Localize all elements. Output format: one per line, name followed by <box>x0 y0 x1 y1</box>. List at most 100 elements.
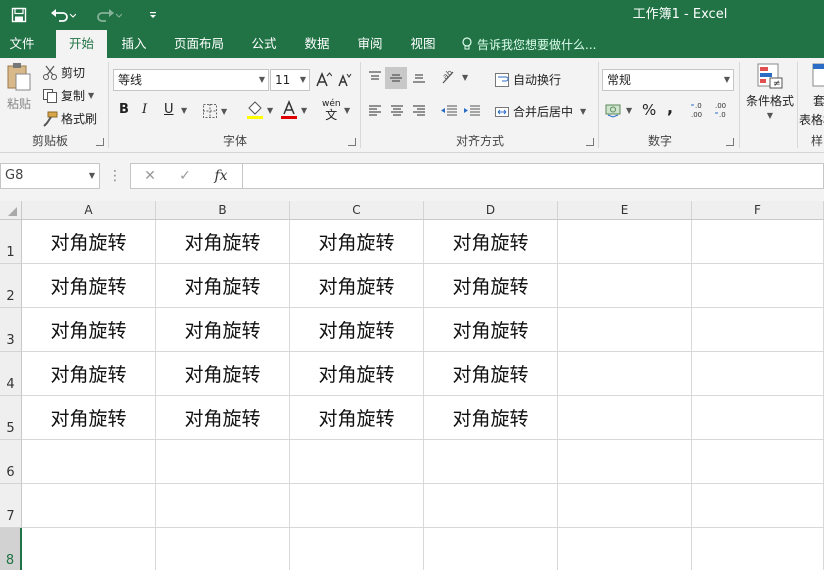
cell-b2[interactable]: 对角旋转 <box>156 264 290 308</box>
cell-c2[interactable]: 对角旋转 <box>290 264 424 308</box>
italic-button[interactable]: I <box>142 102 147 117</box>
row-header-2[interactable]: 2 <box>0 264 22 308</box>
cell-f4[interactable] <box>692 352 824 396</box>
cell-f3[interactable] <box>692 308 824 352</box>
tab-page-layout[interactable]: 页面布局 <box>168 30 230 58</box>
row-header-4[interactable]: 4 <box>0 352 22 396</box>
cell-d7[interactable] <box>424 484 558 528</box>
row-header-8[interactable]: 8 <box>0 528 22 570</box>
phonetic-button[interactable]: wén 文 <box>322 100 341 122</box>
cell-f6[interactable] <box>692 440 824 484</box>
undo-icon[interactable] <box>48 0 78 30</box>
cell-e2[interactable] <box>558 264 692 308</box>
tell-me-box[interactable]: 告诉我您想要做什么... <box>462 30 596 58</box>
cell-c3[interactable]: 对角旋转 <box>290 308 424 352</box>
cell-b3[interactable]: 对角旋转 <box>156 308 290 352</box>
increase-decimal-button[interactable]: .0.00 <box>690 101 708 119</box>
font-size-select[interactable]: 11 ▼ <box>270 69 310 91</box>
cell-a5[interactable]: 对角旋转 <box>22 396 156 440</box>
cell-d8[interactable] <box>424 528 558 570</box>
bold-button[interactable]: B <box>119 102 129 117</box>
cell-b7[interactable] <box>156 484 290 528</box>
insert-function-button[interactable]: fx <box>210 163 232 189</box>
cell-f8[interactable] <box>692 528 824 570</box>
cell-a4[interactable]: 对角旋转 <box>22 352 156 396</box>
cell-e6[interactable] <box>558 440 692 484</box>
column-header-c[interactable]: C <box>290 201 424 220</box>
format-as-table-button[interactable]: 套 表格格 <box>799 62 824 128</box>
decrease-font-size-button[interactable] <box>338 71 352 87</box>
borders-button[interactable]: ▼ <box>202 103 227 119</box>
cell-e4[interactable] <box>558 352 692 396</box>
accounting-format-button[interactable]: ▼ <box>605 102 632 118</box>
cut-button[interactable]: 剪切 <box>42 64 85 81</box>
save-icon[interactable] <box>6 0 32 30</box>
align-bottom-button[interactable] <box>411 69 427 85</box>
chevron-down-icon[interactable]: ▼ <box>181 106 187 115</box>
underline-button[interactable]: U <box>164 102 174 117</box>
decrease-decimal-button[interactable]: .00.0 <box>714 101 732 119</box>
column-header-f[interactable]: F <box>692 201 824 220</box>
tab-formulas[interactable]: 公式 <box>244 30 284 58</box>
cell-c4[interactable]: 对角旋转 <box>290 352 424 396</box>
cell-e8[interactable] <box>558 528 692 570</box>
cell-c1[interactable]: 对角旋转 <box>290 220 424 264</box>
decrease-indent-button[interactable] <box>440 103 458 119</box>
font-color-button[interactable]: ▼ <box>280 100 307 120</box>
tab-data[interactable]: 数据 <box>297 30 337 58</box>
formula-input[interactable] <box>242 163 824 189</box>
tab-view[interactable]: 视图 <box>403 30 443 58</box>
select-all-corner[interactable] <box>0 201 22 220</box>
cell-f5[interactable] <box>692 396 824 440</box>
alignment-launcher[interactable] <box>586 138 594 146</box>
row-header-3[interactable]: 3 <box>0 308 22 352</box>
cell-a1[interactable]: 对角旋转 <box>22 220 156 264</box>
cell-d5[interactable]: 对角旋转 <box>424 396 558 440</box>
wrap-text-button[interactable]: 自动换行 <box>494 71 561 88</box>
more-options-icon[interactable]: ⋮ <box>108 163 122 189</box>
cell-e3[interactable] <box>558 308 692 352</box>
merge-center-button[interactable]: 合并后居中 ▼ <box>494 103 586 120</box>
enter-button[interactable]: ✓ <box>174 163 196 189</box>
increase-font-size-button[interactable] <box>316 71 332 87</box>
customize-toolbar-icon[interactable] <box>144 0 162 30</box>
orientation-button[interactable]: ab ▼ <box>441 69 468 85</box>
name-box[interactable]: G8 ▼ <box>0 163 100 189</box>
tab-file[interactable]: 文件 <box>0 30 44 58</box>
cell-a2[interactable]: 对角旋转 <box>22 264 156 308</box>
cell-c6[interactable] <box>290 440 424 484</box>
comma-style-button[interactable]: , <box>667 98 673 117</box>
row-header-7[interactable]: 7 <box>0 484 22 528</box>
cell-b6[interactable] <box>156 440 290 484</box>
chevron-down-icon[interactable]: ▼ <box>88 91 94 100</box>
paste-button[interactable]: 粘贴 <box>4 62 34 126</box>
cell-a3[interactable]: 对角旋转 <box>22 308 156 352</box>
column-header-d[interactable]: D <box>424 201 558 220</box>
percent-style-button[interactable]: % <box>642 101 656 119</box>
spreadsheet-grid[interactable]: A B C D E F 1 对角旋转 对角旋转 对角旋转 对角旋转 2 对角旋转 对角旋转 对角旋转 对角旋转… <box>0 201 824 570</box>
tab-home[interactable]: 开始 <box>56 30 107 58</box>
copy-button[interactable]: 复制 ▼ <box>42 87 94 104</box>
column-header-b[interactable]: B <box>156 201 290 220</box>
column-header-a[interactable]: A <box>22 201 156 220</box>
redo-icon[interactable] <box>94 0 124 30</box>
tab-insert[interactable]: 插入 <box>112 30 156 58</box>
number-format-select[interactable]: 常规 ▼ <box>602 69 734 91</box>
format-painter-button[interactable]: 格式刷 <box>42 110 97 127</box>
fill-color-button[interactable]: ▼ <box>246 100 273 120</box>
cell-b5[interactable]: 对角旋转 <box>156 396 290 440</box>
cell-d1[interactable]: 对角旋转 <box>424 220 558 264</box>
cell-c7[interactable] <box>290 484 424 528</box>
cell-b1[interactable]: 对角旋转 <box>156 220 290 264</box>
align-center-button[interactable] <box>389 103 405 119</box>
font-launcher[interactable] <box>348 138 356 146</box>
conditional-formatting-button[interactable]: ≠ 条件格式 ▼ <box>744 62 796 120</box>
cell-c8[interactable] <box>290 528 424 570</box>
font-name-select[interactable]: 等线 ▼ <box>113 69 269 91</box>
row-header-1[interactable]: 1 <box>0 220 22 264</box>
number-launcher[interactable] <box>726 138 734 146</box>
cell-f2[interactable] <box>692 264 824 308</box>
cell-d2[interactable]: 对角旋转 <box>424 264 558 308</box>
cell-d6[interactable] <box>424 440 558 484</box>
cell-e5[interactable] <box>558 396 692 440</box>
